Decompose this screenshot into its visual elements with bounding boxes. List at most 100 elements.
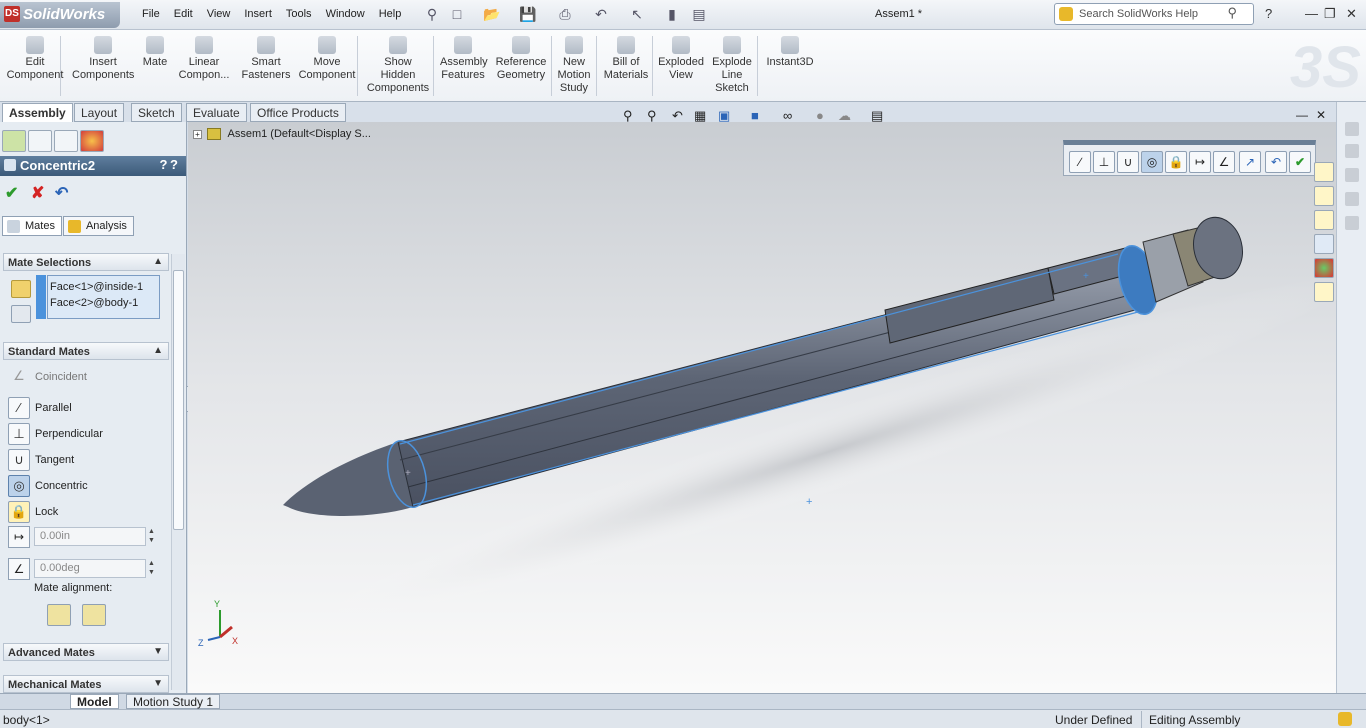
command-insert-components-button[interactable]: Insert Components	[72, 36, 134, 82]
collapse-icon[interactable]: ▲	[153, 256, 163, 267]
scrollbar-thumb[interactable]	[173, 270, 184, 530]
expand-icon[interactable]: ▼	[153, 646, 163, 657]
tab-sketch[interactable]: Sketch	[131, 103, 182, 122]
tangent-icon[interactable]: ∪	[1117, 151, 1139, 173]
graphics-area[interactable]: + + + Y Z X	[188, 122, 1361, 693]
view-settings-icon[interactable]: ▤	[871, 108, 883, 124]
command-motion-study-button[interactable]: New Motion Study	[557, 36, 591, 95]
tab-assembly[interactable]: Assembly	[2, 103, 73, 122]
bottom-tab-model[interactable]: Model	[70, 694, 119, 709]
flip-alignment-icon[interactable]: ↗	[1239, 151, 1261, 173]
menu-item-edit[interactable]: Edit	[174, 8, 193, 20]
command-instant3d-button[interactable]: Instant3D	[764, 36, 816, 69]
undo-icon[interactable]: ↶	[1265, 151, 1287, 173]
pin-icon[interactable]: ⚲	[423, 6, 441, 24]
help-icon[interactable]: ? ?	[160, 157, 178, 172]
property-manager-tab[interactable]	[28, 130, 52, 152]
scene-icon[interactable]: ☁	[838, 108, 851, 124]
app-logo[interactable]: DS SolidWorks	[0, 2, 120, 28]
configuration-manager-tab[interactable]	[54, 130, 78, 152]
ok-check-icon[interactable]: ✔	[1289, 151, 1311, 173]
appearances-icon[interactable]	[1345, 216, 1359, 230]
expand-toggle-icon[interactable]: +	[193, 130, 202, 139]
mate-parallel[interactable]: ∕ Parallel	[8, 397, 148, 419]
panel-scrollbar[interactable]	[171, 254, 185, 690]
view-palette-tab-icon[interactable]	[1314, 234, 1334, 254]
collapse-icon[interactable]: ▲	[153, 345, 163, 356]
menu-item-insert[interactable]: Insert	[244, 8, 272, 20]
angle-input[interactable]: 0.00deg	[34, 559, 146, 578]
view-palette-icon[interactable]	[1345, 122, 1359, 136]
distance-spinner[interactable]: ▲ ▼	[148, 527, 155, 545]
mate-lock[interactable]: 🔒 Lock	[8, 501, 148, 523]
tab-evaluate[interactable]: Evaluate	[186, 103, 247, 122]
bottom-tab-motion-study-1[interactable]: Motion Study 1	[126, 694, 221, 709]
command-exploded-view-button[interactable]: Exploded View	[657, 36, 705, 82]
mate-selection-item[interactable]: Face<2>@body-1	[50, 295, 159, 311]
ok-check-icon[interactable]: ✔	[5, 183, 18, 203]
view-orientation-icon[interactable]: ▣	[718, 108, 730, 124]
menu-item-view[interactable]: View	[207, 8, 231, 20]
distance-input[interactable]: 0.00in	[34, 527, 146, 546]
mate-selections-list[interactable]: Face<1>@inside-1 Face<2>@body-1	[47, 275, 160, 319]
mechanical-mates-group[interactable]: Mechanical Mates ▼	[3, 675, 169, 693]
distance-icon[interactable]: ↦	[1189, 151, 1211, 173]
design-library-icon[interactable]	[1345, 144, 1359, 158]
help-icon[interactable]: ?	[1265, 6, 1272, 21]
parallel-icon[interactable]: ∕	[1069, 151, 1091, 173]
expand-icon[interactable]: ▼	[153, 678, 163, 689]
feature-manager-tab[interactable]	[2, 130, 26, 152]
distance-icon[interactable]: ↦	[8, 526, 30, 548]
mate-concentric[interactable]: ◎ Concentric	[8, 475, 148, 497]
menu-item-help[interactable]: Help	[379, 8, 402, 20]
open-folder-icon[interactable]: 📂	[483, 6, 501, 24]
command-show-hidden-button[interactable]: Show Hidden Components	[366, 36, 430, 95]
zoom-to-fit-icon[interactable]: ⚲	[623, 108, 633, 124]
rebuild-icon[interactable]: ▮	[663, 6, 681, 24]
command-edit-component-button[interactable]: Edit Component	[6, 36, 64, 82]
doc-close-icon[interactable]: ✕	[1316, 108, 1326, 122]
new-document-icon[interactable]: □	[448, 6, 466, 24]
command-smart-fasteners-button[interactable]: Smart Fasteners	[240, 36, 292, 82]
feature-tree-root[interactable]: + Assem1 (Default<Display S...	[193, 128, 371, 141]
aligned-button[interactable]	[47, 604, 71, 626]
menu-item-tools[interactable]: Tools	[286, 8, 312, 20]
save-icon[interactable]: 💾	[519, 6, 537, 24]
design-library-tab-icon[interactable]	[1314, 186, 1334, 206]
advanced-mates-group[interactable]: Advanced Mates ▼	[3, 643, 169, 661]
command-explode-line-button[interactable]: Explode Line Sketch	[711, 36, 753, 95]
pen-tip[interactable]	[283, 442, 413, 517]
mate-coincident[interactable]: ∠ Coincident	[8, 366, 148, 388]
restore-icon[interactable]: ❐	[1324, 6, 1336, 22]
menu-item-file[interactable]: File	[142, 8, 160, 20]
mate-selection-item[interactable]: Face<1>@inside-1	[50, 279, 159, 295]
print-icon[interactable]: ⎙	[556, 6, 574, 24]
command-assembly-features-button[interactable]: Assembly Features	[440, 36, 488, 82]
standard-mates-group[interactable]: Standard Mates ▲	[3, 342, 169, 360]
doc-minimize-icon[interactable]: —	[1296, 108, 1308, 122]
undo-icon[interactable]: ↶	[55, 183, 68, 203]
cancel-x-icon[interactable]: ✘	[31, 183, 44, 203]
custom-properties-tab-icon[interactable]	[1314, 282, 1334, 302]
search-input[interactable]: Search SolidWorks Help ⚲	[1054, 3, 1254, 25]
appearance-icon[interactable]: ●	[816, 108, 824, 123]
home-tab-icon[interactable]	[1314, 162, 1334, 182]
section-view-icon[interactable]: ▦	[694, 108, 706, 124]
tab-office-products[interactable]: Office Products	[250, 103, 346, 122]
command-bom-button[interactable]: Bill of Materials	[601, 36, 651, 82]
close-icon[interactable]: ✕	[1346, 6, 1357, 22]
angle-icon[interactable]: ∠	[1213, 151, 1235, 173]
hide-show-items-icon[interactable]: ∞	[783, 108, 792, 123]
select-pointer-icon[interactable]: ↖	[628, 6, 646, 24]
search-icon[interactable]: ⚲	[1227, 5, 1237, 21]
angle-spinner[interactable]: ▲ ▼	[148, 559, 155, 577]
display-manager-tab[interactable]	[80, 130, 104, 152]
angle-icon[interactable]: ∠	[8, 558, 30, 580]
menu-item-window[interactable]: Window	[326, 8, 365, 20]
anti-aligned-button[interactable]	[82, 604, 106, 626]
command-mate-button[interactable]: Mate	[140, 36, 170, 69]
minimize-icon[interactable]: —	[1305, 6, 1318, 21]
command-reference-geometry-button[interactable]: Reference Geometry	[494, 36, 548, 82]
lock-icon[interactable]: 🔒	[1165, 151, 1187, 173]
appearances-tab-icon[interactable]	[1314, 258, 1334, 278]
